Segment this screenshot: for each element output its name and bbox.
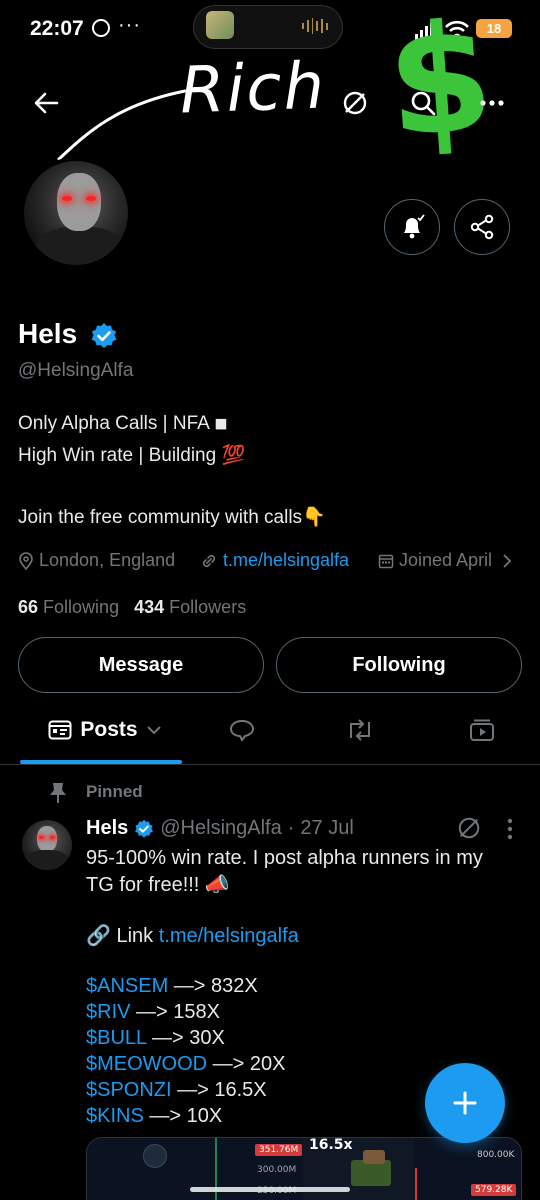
share-button[interactable] — [454, 199, 510, 255]
whatsapp-icon — [92, 19, 110, 37]
call-result: —> 10X — [143, 1105, 223, 1127]
call-row: $ANSEM —> 832X — [86, 973, 258, 999]
post-separator: · — [287, 817, 295, 839]
grok-icon — [343, 91, 367, 115]
audio-wave-icon — [302, 18, 328, 34]
profile-joined: Joined April — [378, 550, 513, 571]
call-row: $MEOWOOD —> 20X — [86, 1051, 286, 1077]
following-count: 66 — [18, 597, 39, 617]
repost-icon — [350, 719, 370, 741]
tab-reposts[interactable] — [340, 710, 380, 750]
call-result: —> 832X — [168, 975, 258, 997]
more-horizontal-icon — [480, 100, 504, 106]
back-button[interactable] — [26, 83, 66, 123]
bio-line-2: High Win rate | Building 💯 — [18, 445, 246, 466]
tab-posts[interactable]: Posts — [30, 710, 180, 750]
post-link-line: 🔗 Link t.me/helsingalfa — [86, 923, 299, 949]
post-header: Hels @HelsingAlfa · 27 Jul — [86, 817, 354, 840]
home-indicator[interactable] — [190, 1187, 350, 1192]
verified-badge-icon — [135, 819, 154, 838]
location-text: London, England — [39, 550, 176, 570]
grok-icon[interactable] — [457, 816, 481, 840]
profile-link-text[interactable]: t.me/helsingalfa — [223, 550, 349, 571]
notification-more-icon: ··· — [118, 14, 141, 36]
posts-icon — [48, 720, 72, 740]
profile-handle: @HelsingAlfa — [18, 360, 134, 381]
post-author-name[interactable]: Hels — [86, 817, 128, 840]
grok-button[interactable] — [335, 83, 375, 123]
profile-location: London, England — [18, 550, 175, 571]
search-icon — [411, 91, 436, 116]
cashtag[interactable]: $ANSEM — [86, 975, 168, 997]
followers-count: 434 — [134, 597, 165, 617]
cashtag[interactable]: $RIV — [86, 1001, 130, 1023]
media-label: 351.76M — [255, 1144, 303, 1156]
banner-scribble — [57, 89, 187, 161]
followers-label: Followers — [169, 597, 247, 617]
more-options-button[interactable] — [472, 83, 512, 123]
call-result: —> 158X — [130, 1001, 220, 1023]
pinned-label: Pinned — [86, 782, 143, 801]
now-playing-artwork — [206, 11, 234, 39]
status-time: 22:07 — [30, 17, 84, 40]
call-result: —> 30X — [146, 1027, 225, 1049]
media-label: 300.00M — [257, 1165, 297, 1175]
message-button[interactable]: Message — [18, 637, 264, 693]
call-row: $RIV —> 158X — [86, 999, 220, 1025]
pin-icon — [50, 783, 66, 803]
tabs-divider — [0, 764, 540, 765]
profile-name: Hels — [18, 318, 78, 349]
location-pin-icon — [19, 551, 33, 570]
media-label: 16.5x — [309, 1137, 353, 1153]
compose-post-button[interactable] — [425, 1063, 505, 1143]
tab-replies[interactable] — [222, 710, 262, 750]
joined-text: Joined April — [399, 550, 493, 570]
search-button[interactable] — [403, 83, 443, 123]
bell-check-icon — [404, 214, 425, 239]
arrow-left-icon — [34, 92, 59, 114]
share-icon — [470, 214, 494, 240]
chevron-right-icon[interactable] — [501, 553, 513, 569]
link-icon — [202, 554, 216, 567]
bio-line-1: Only Alpha Calls | NFA ◾ — [18, 413, 228, 434]
profile-link[interactable]: t.me/helsingalfa — [200, 550, 349, 571]
post-author-avatar[interactable] — [22, 820, 72, 870]
plus-icon — [453, 1091, 477, 1115]
media-chart-c: 800.00K 579.28K — [415, 1138, 521, 1200]
media-label: 800.00K — [477, 1150, 515, 1160]
reply-bubble-icon — [229, 719, 255, 742]
post-text-line-2: TG for free!!! 📣 — [86, 874, 230, 896]
following-label: Following — [43, 597, 120, 617]
profile-avatar[interactable] — [20, 157, 132, 269]
call-result: —> 20X — [207, 1053, 286, 1075]
post-link[interactable]: t.me/helsingalfa — [159, 925, 299, 947]
followers-link[interactable]: 434 Followers — [134, 597, 246, 617]
notifications-button[interactable] — [384, 199, 440, 255]
call-result: —> 16.5X — [171, 1079, 267, 1101]
cashtag[interactable]: $KINS — [86, 1105, 144, 1127]
verified-badge-icon — [91, 323, 117, 348]
post-text-line-1: 95-100% win rate. I post alpha runners i… — [86, 847, 483, 869]
post-date[interactable]: 27 Jul — [300, 817, 353, 840]
cashtag[interactable]: $MEOWOOD — [86, 1053, 207, 1075]
bio-line-3: Join the free community with calls👇 — [18, 507, 326, 528]
calendar-icon — [378, 554, 394, 568]
following-link[interactable]: 66 Following — [18, 597, 119, 617]
follow-counts: 66 Following 434 Followers — [18, 597, 246, 618]
banner-text: Rich — [178, 49, 328, 129]
post-link-prefix: 🔗 Link — [86, 925, 159, 947]
cashtag[interactable]: $SPONZI — [86, 1079, 172, 1101]
chevron-down-icon — [146, 726, 161, 735]
call-row: $KINS —> 10X — [86, 1103, 222, 1129]
cashtag[interactable]: $BULL — [86, 1027, 146, 1049]
post-author-handle[interactable]: @HelsingAlfa — [160, 817, 281, 840]
call-row: $BULL —> 30X — [86, 1025, 225, 1051]
video-icon — [470, 719, 494, 741]
media-label: 579.28K — [471, 1184, 517, 1196]
call-row: $SPONZI —> 16.5X — [86, 1077, 267, 1103]
following-button[interactable]: Following — [276, 637, 522, 693]
tab-posts-label: Posts — [80, 718, 138, 741]
tab-videos[interactable] — [462, 710, 502, 750]
post-more-icon[interactable] — [507, 818, 513, 840]
